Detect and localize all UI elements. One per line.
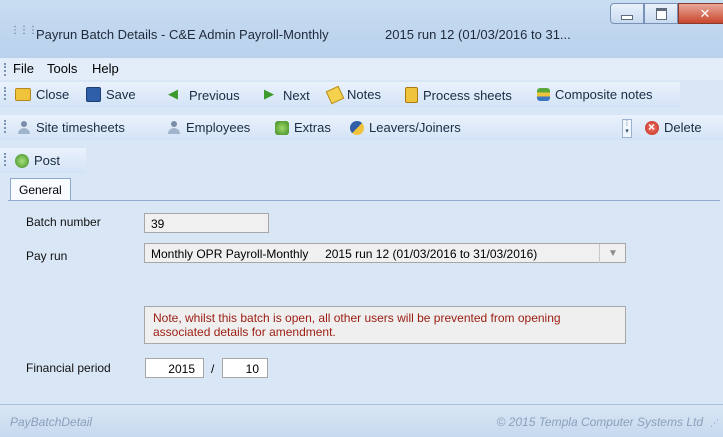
- arrow-right-icon: [262, 86, 278, 103]
- post-toolbar: Post: [0, 148, 86, 173]
- payrun-batch-window: ⋮⋮⋮ Payrun Batch Details - C&E Admin Pay…: [0, 0, 723, 437]
- toolbar-grip[interactable]: [4, 87, 8, 100]
- timesheet-person-icon: [16, 120, 31, 135]
- menu-file[interactable]: File: [13, 61, 34, 76]
- next-button[interactable]: Next: [262, 86, 310, 103]
- resize-grip-icon[interactable]: ⋰: [710, 418, 719, 429]
- save-icon: [86, 87, 101, 102]
- main-toolbar: Close Save Previous Next Notes Process s…: [0, 82, 680, 107]
- batch-open-note: Note, whilst this batch is open, all oth…: [144, 306, 626, 344]
- post-icon: [15, 153, 29, 168]
- pay-run-label: Pay run: [26, 249, 68, 263]
- leavers-joiners-label: Leavers/Joiners: [369, 120, 461, 135]
- employees-label: Employees: [186, 120, 251, 135]
- extras-button[interactable]: Extras: [275, 120, 331, 135]
- menu-help[interactable]: Help: [92, 61, 119, 76]
- process-sheets-button[interactable]: Process sheets: [405, 87, 512, 103]
- window-controls: ✕: [610, 3, 723, 24]
- site-timesheets-button[interactable]: Site timesheets: [16, 120, 125, 135]
- tab-general[interactable]: General: [10, 178, 71, 201]
- extras-icon: [275, 120, 289, 135]
- batch-number-field: 39: [144, 213, 269, 233]
- composite-notes-button[interactable]: Composite notes: [537, 87, 653, 102]
- financial-period-label: Financial period: [26, 361, 111, 375]
- extras-label: Extras: [294, 120, 331, 135]
- next-label: Next: [283, 87, 310, 103]
- status-bar: PayBatchDetail © 2015 Templa Computer Sy…: [0, 404, 723, 437]
- save-button[interactable]: Save: [86, 87, 136, 102]
- window-title: Payrun Batch Details - C&E Admin Payroll…: [36, 27, 329, 42]
- status-form-name: PayBatchDetail: [10, 415, 93, 429]
- clipboard-icon: [405, 87, 418, 103]
- pay-run-period: 2015 run 12 (01/03/2016 to 31/03/2016): [325, 247, 538, 261]
- menu-grip[interactable]: [4, 63, 8, 76]
- leavers-joiners-button[interactable]: Leavers/Joiners: [350, 120, 461, 135]
- toolbar-grip[interactable]: [4, 120, 8, 133]
- menu-tools[interactable]: Tools: [47, 61, 77, 76]
- maximize-icon: [655, 7, 667, 20]
- post-label: Post: [34, 153, 61, 168]
- process-sheets-label: Process sheets: [423, 87, 512, 103]
- pay-run-select[interactable]: Monthly OPR Payroll-Monthly 2015 run 12 …: [144, 243, 626, 263]
- previous-button[interactable]: Previous: [168, 86, 240, 103]
- save-label: Save: [106, 87, 136, 102]
- batch-number-label: Batch number: [26, 215, 101, 229]
- general-panel: [8, 200, 720, 405]
- post-button[interactable]: Post: [15, 153, 60, 168]
- minimize-button[interactable]: [610, 3, 644, 24]
- financial-year-field[interactable]: 2015: [145, 358, 204, 378]
- financial-period-separator: /: [211, 362, 215, 376]
- title-bar[interactable]: ⋮⋮⋮ Payrun Batch Details - C&E Admin Pay…: [0, 0, 723, 58]
- pay-run-dropdown-button[interactable]: ▼: [599, 244, 626, 263]
- notes-label: Notes: [347, 87, 381, 102]
- financial-period-field[interactable]: 10: [222, 358, 268, 378]
- delete-button[interactable]: Delete: [645, 120, 702, 135]
- menu-bar: File Tools Help: [0, 58, 723, 80]
- previous-label: Previous: [189, 87, 240, 103]
- close-label: Close: [36, 87, 70, 102]
- stack-icon: [537, 88, 550, 101]
- notes-icon: [325, 85, 345, 104]
- close-icon: ✕: [699, 5, 711, 21]
- composite-notes-label: Composite notes: [555, 87, 653, 102]
- pay-run-name: Monthly OPR Payroll-Monthly: [151, 247, 309, 261]
- window-run-info: 2015 run 12 (01/03/2016 to 31...: [385, 27, 571, 42]
- employees-button[interactable]: Employees: [166, 120, 250, 135]
- notes-button[interactable]: Notes: [325, 85, 381, 104]
- delete-label: Delete: [664, 120, 702, 135]
- delete-icon: [645, 120, 659, 135]
- site-timesheets-label: Site timesheets: [36, 120, 125, 135]
- employees-person-icon: [166, 120, 181, 135]
- arrow-left-icon: [168, 86, 184, 103]
- toolbar-grip[interactable]: [4, 153, 8, 166]
- leavers-joiners-icon: [350, 120, 364, 135]
- status-copyright: © 2015 Templa Computer Systems Ltd: [496, 415, 704, 429]
- toolbar-overflow-button[interactable]: ⋮ ▾: [622, 119, 632, 138]
- close-button[interactable]: Close: [15, 87, 69, 102]
- chevron-down-icon: ▼: [608, 248, 618, 259]
- secondary-toolbar: Site timesheets Employees Extras Leavers…: [0, 115, 723, 140]
- maximize-button[interactable]: [644, 3, 678, 24]
- folder-icon: [15, 88, 31, 101]
- window-grip-icon: ⋮⋮⋮: [10, 25, 38, 36]
- minimize-icon: [621, 15, 633, 20]
- close-window-button[interactable]: ✕: [678, 3, 723, 24]
